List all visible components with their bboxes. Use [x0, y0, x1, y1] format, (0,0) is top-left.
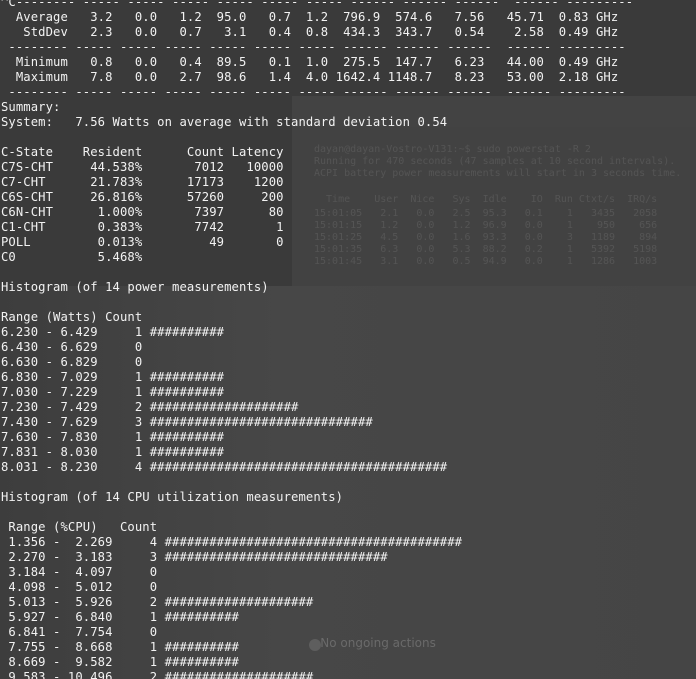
- terminal-line: 6.230 - 6.429 1 ##########: [1, 325, 225, 339]
- terminal-line: 4.098 - 5.012 0: [1, 580, 158, 594]
- terminal-line: C7S-CHT 44.538% 7012 10000: [1, 160, 284, 174]
- terminal-line: 7.755 - 8.668 1 ##########: [1, 640, 239, 654]
- terminal-line: 7.030 - 7.229 1 ##########: [1, 385, 225, 399]
- terminal-line: C1-CHT 0.383% 7742 1: [1, 220, 284, 234]
- terminal-line: 8.669 - 9.582 1 ##########: [1, 655, 239, 669]
- terminal-line: POLL 0.013% 49 0: [1, 235, 284, 249]
- terminal-line: 6.430 - 6.629 0: [1, 340, 143, 354]
- terminal-line: C6S-CHT 26.816% 57260 200: [1, 190, 284, 204]
- terminal-line: 5.013 - 5.926 2 ####################: [1, 595, 314, 609]
- terminal-line: Maximum 7.8 0.0 2.7 98.6 1.4 4.0 1642.4 …: [1, 70, 619, 84]
- terminal-line: C7-CHT 21.783% 17173 1200: [1, 175, 284, 189]
- terminal-line: 6.830 - 7.029 1 ##########: [1, 370, 225, 384]
- terminal-line: Summary:: [1, 100, 61, 114]
- terminal-line: 7.630 - 7.830 1 ##########: [1, 430, 225, 444]
- terminal-line: Average 3.2 0.0 1.2 95.0 0.7 1.2 796.9 5…: [1, 10, 619, 24]
- terminal-line: 9.583 - 10.496 2 ####################: [1, 670, 314, 679]
- terminal-line: StdDev 2.3 0.0 0.7 3.1 0.4 0.8 434.3 343…: [1, 25, 619, 39]
- terminal-line: Range (%CPU) Count: [1, 520, 158, 534]
- terminal-line: Range (Watts) Count: [1, 310, 143, 324]
- terminal-line: C0 5.468%: [1, 250, 143, 264]
- terminal-line: 8.031 - 8.230 4 ########################…: [1, 460, 448, 474]
- terminal-line: 6.841 - 7.754 0: [1, 625, 158, 639]
- terminal-line: Histogram (of 14 power measurements): [1, 280, 269, 294]
- terminal-line: -------- ----- ----- ----- ----- ----- -…: [1, 85, 626, 99]
- terminal-line: ^C-------- ----- ----- ----- ----- -----…: [1, 0, 634, 9]
- terminal-line: Minimum 0.8 0.0 0.4 89.5 0.1 1.0 275.5 1…: [1, 55, 619, 69]
- terminal-line: System: 7.56 Watts on average with stand…: [1, 115, 448, 129]
- terminal-line: 7.430 - 7.629 3 ########################…: [1, 415, 373, 429]
- terminal-output[interactable]: ^C-------- ----- ----- ----- ----- -----…: [0, 0, 696, 679]
- terminal-line: 5.927 - 6.840 1 ##########: [1, 610, 239, 624]
- terminal-line: C-State Resident Count Latency: [1, 145, 284, 159]
- terminal-line: 3.184 - 4.097 0: [1, 565, 158, 579]
- terminal-line: 7.831 - 8.030 1 ##########: [1, 445, 225, 459]
- terminal-line: Histogram (of 14 CPU utilization measure…: [1, 490, 344, 504]
- terminal-line: 2.270 - 3.183 3 ########################…: [1, 550, 388, 564]
- terminal-line: 7.230 - 7.429 2 ####################: [1, 400, 299, 414]
- terminal-line: -------- ----- ----- ----- ----- ----- -…: [1, 40, 626, 54]
- terminal-line: C6N-CHT 1.000% 7397 80: [1, 205, 284, 219]
- terminal-line: 6.630 - 6.829 0: [1, 355, 143, 369]
- terminal-line: 1.356 - 2.269 4 ########################…: [1, 535, 463, 549]
